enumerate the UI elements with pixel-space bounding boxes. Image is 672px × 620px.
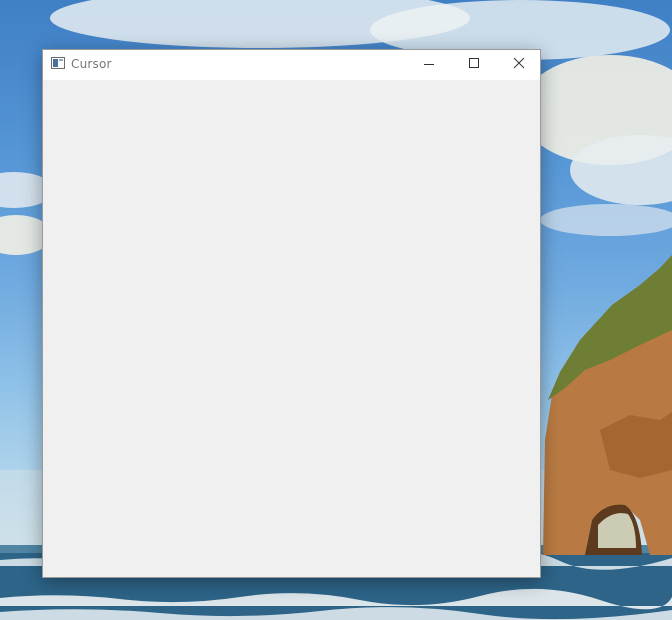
maximize-button[interactable] xyxy=(452,50,498,80)
window-client-area[interactable] xyxy=(43,80,540,577)
minimize-icon xyxy=(424,64,434,65)
app-window: Cursor xyxy=(42,49,541,578)
close-icon xyxy=(513,57,525,69)
close-button[interactable] xyxy=(498,50,541,80)
window-title: Cursor xyxy=(71,57,112,71)
window-app-icon[interactable] xyxy=(51,57,65,69)
maximize-icon xyxy=(469,58,479,68)
minimize-button[interactable] xyxy=(406,50,452,80)
title-bar[interactable]: Cursor xyxy=(43,50,540,80)
